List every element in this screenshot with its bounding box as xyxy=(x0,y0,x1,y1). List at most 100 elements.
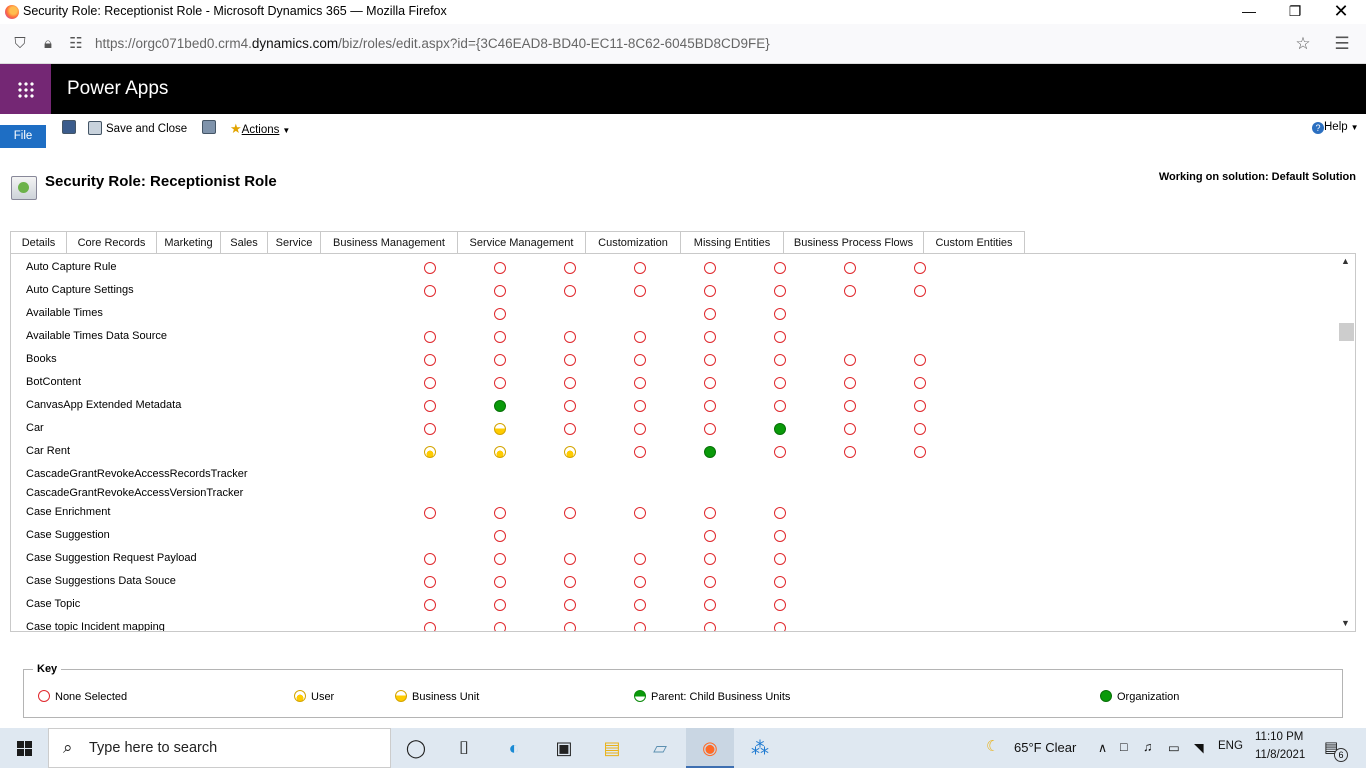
privilege-level-none-icon[interactable] xyxy=(424,354,436,366)
privilege-level-none-icon[interactable] xyxy=(774,262,786,274)
privilege-level-none-icon[interactable] xyxy=(704,400,716,412)
privilege-level-none-icon[interactable] xyxy=(424,377,436,389)
privilege-level-none-icon[interactable] xyxy=(634,262,646,274)
privilege-level-none-icon[interactable] xyxy=(634,377,646,389)
privilege-level-none-icon[interactable] xyxy=(424,400,436,412)
privilege-level-none-icon[interactable] xyxy=(914,423,926,435)
url-field[interactable]: https://orgc071bed0.crm4.dynamics.com/bi… xyxy=(95,36,770,51)
privilege-level-none-icon[interactable] xyxy=(424,423,436,435)
taskbar-search[interactable]: ⌕ Type here to search xyxy=(48,728,391,768)
privilege-level-none-icon[interactable] xyxy=(914,446,926,458)
tab-business-management[interactable]: Business Management xyxy=(320,231,458,254)
privilege-level-none-icon[interactable] xyxy=(844,377,856,389)
privilege-level-none-icon[interactable] xyxy=(844,354,856,366)
tab-service-management[interactable]: Service Management xyxy=(457,231,586,254)
privilege-level-none-icon[interactable] xyxy=(494,622,506,631)
menu-icon[interactable]: ☰ xyxy=(1332,34,1352,54)
privilege-level-none-icon[interactable] xyxy=(704,622,716,631)
privilege-level-none-icon[interactable] xyxy=(564,377,576,389)
privilege-level-none-icon[interactable] xyxy=(494,553,506,565)
privilege-level-none-icon[interactable] xyxy=(634,599,646,611)
privilege-level-none-icon[interactable] xyxy=(424,331,436,343)
app-launcher-button[interactable] xyxy=(0,64,51,114)
privilege-level-none-icon[interactable] xyxy=(774,599,786,611)
privilege-level-bu-icon[interactable] xyxy=(494,423,506,435)
privilege-level-none-icon[interactable] xyxy=(634,507,646,519)
restore-icon[interactable]: ❐ xyxy=(1272,0,1318,24)
privilege-level-none-icon[interactable] xyxy=(844,446,856,458)
privilege-level-none-icon[interactable] xyxy=(774,400,786,412)
privilege-level-none-icon[interactable] xyxy=(634,285,646,297)
privilege-level-none-icon[interactable] xyxy=(494,354,506,366)
privilege-level-none-icon[interactable] xyxy=(774,331,786,343)
actions-menu-button[interactable]: ★Actions ▼ xyxy=(230,121,290,137)
privilege-level-none-icon[interactable] xyxy=(564,354,576,366)
privilege-level-none-icon[interactable] xyxy=(704,331,716,343)
vscode-icon[interactable]: ⁂ xyxy=(736,728,784,768)
clock-time[interactable]: 11:10 PM xyxy=(1255,731,1303,743)
lock-icon[interactable]: 🔒︎ xyxy=(38,34,58,54)
privilege-level-none-icon[interactable] xyxy=(634,400,646,412)
privilege-level-none-icon[interactable] xyxy=(704,308,716,320)
privilege-level-none-icon[interactable] xyxy=(914,400,926,412)
start-button[interactable] xyxy=(0,728,48,768)
privilege-level-none-icon[interactable] xyxy=(704,285,716,297)
close-icon[interactable]: ✕ xyxy=(1318,0,1364,24)
privilege-level-none-icon[interactable] xyxy=(704,377,716,389)
privilege-level-none-icon[interactable] xyxy=(494,377,506,389)
privilege-level-none-icon[interactable] xyxy=(704,530,716,542)
privilege-level-none-icon[interactable] xyxy=(634,553,646,565)
minimize-icon[interactable]: — xyxy=(1226,0,1272,24)
privilege-level-none-icon[interactable] xyxy=(774,308,786,320)
privilege-level-none-icon[interactable] xyxy=(564,507,576,519)
privilege-level-none-icon[interactable] xyxy=(774,553,786,565)
privilege-level-none-icon[interactable] xyxy=(704,262,716,274)
privilege-level-none-icon[interactable] xyxy=(844,423,856,435)
privilege-level-none-icon[interactable] xyxy=(564,331,576,343)
privilege-level-none-icon[interactable] xyxy=(774,622,786,631)
privilege-level-none-icon[interactable] xyxy=(494,530,506,542)
privilege-level-none-icon[interactable] xyxy=(634,331,646,343)
tray-chevron-icon[interactable]: ∧ xyxy=(1098,740,1107,755)
privilege-level-none-icon[interactable] xyxy=(634,354,646,366)
privilege-level-none-icon[interactable] xyxy=(914,354,926,366)
privilege-level-org-icon[interactable] xyxy=(774,423,786,435)
privilege-level-none-icon[interactable] xyxy=(564,576,576,588)
privilege-level-none-icon[interactable] xyxy=(424,262,436,274)
battery-icon[interactable]: ▭ xyxy=(1168,740,1180,755)
privilege-level-none-icon[interactable] xyxy=(634,446,646,458)
privilege-level-none-icon[interactable] xyxy=(704,354,716,366)
privilege-level-none-icon[interactable] xyxy=(774,507,786,519)
help-menu-button[interactable]: ? Help ▼ xyxy=(1312,121,1359,134)
privilege-level-none-icon[interactable] xyxy=(704,507,716,519)
tab-marketing[interactable]: Marketing xyxy=(156,231,221,254)
privilege-level-none-icon[interactable] xyxy=(424,507,436,519)
permissions-icon[interactable]: ☷ xyxy=(66,34,86,54)
privilege-level-none-icon[interactable] xyxy=(914,285,926,297)
privilege-level-none-icon[interactable] xyxy=(494,285,506,297)
privilege-level-org-icon[interactable] xyxy=(494,400,506,412)
privilege-level-none-icon[interactable] xyxy=(494,262,506,274)
privilege-level-none-icon[interactable] xyxy=(494,308,506,320)
privilege-level-none-icon[interactable] xyxy=(914,377,926,389)
privilege-level-none-icon[interactable] xyxy=(424,622,436,631)
tab-business-process-flows[interactable]: Business Process Flows xyxy=(783,231,924,254)
clock-date[interactable]: 11/8/2021 xyxy=(1255,749,1305,761)
privilege-level-user-icon[interactable] xyxy=(494,446,506,458)
tab-service[interactable]: Service xyxy=(267,231,321,254)
firefox-taskbar-icon[interactable]: ◉ xyxy=(686,728,734,768)
privilege-level-user-icon[interactable] xyxy=(424,446,436,458)
scroll-up-icon[interactable]: ▲ xyxy=(1341,256,1350,266)
privilege-level-none-icon[interactable] xyxy=(914,262,926,274)
privilege-level-none-icon[interactable] xyxy=(634,622,646,631)
shield-icon[interactable]: ⛉ xyxy=(10,34,30,54)
privilege-level-none-icon[interactable] xyxy=(424,599,436,611)
privilege-level-none-icon[interactable] xyxy=(704,576,716,588)
tab-core-records[interactable]: Core Records xyxy=(66,231,157,254)
privilege-level-none-icon[interactable] xyxy=(564,423,576,435)
tab-customization[interactable]: Customization xyxy=(585,231,681,254)
network-icon[interactable]: ◥ xyxy=(1194,740,1204,755)
terminal-icon[interactable]: ▣ xyxy=(540,728,588,768)
save-as-icon[interactable] xyxy=(202,120,216,134)
scroll-thumb[interactable] xyxy=(1339,323,1354,341)
